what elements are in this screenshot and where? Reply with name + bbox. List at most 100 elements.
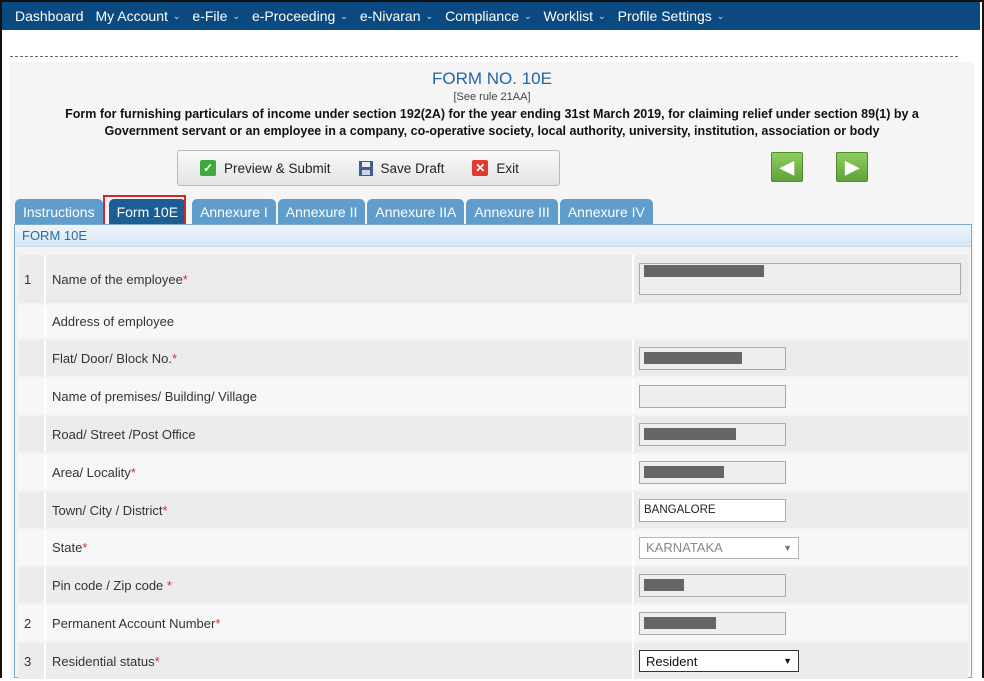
row-number bbox=[18, 378, 46, 414]
field-cell bbox=[634, 454, 968, 490]
row-number bbox=[18, 416, 46, 452]
nav-my-account-label: My Account bbox=[95, 8, 168, 24]
required-marker: * bbox=[82, 540, 88, 555]
premises-label: Name of premises/ Building/ Village bbox=[52, 388, 257, 404]
tab-form-10e[interactable]: Form 10E bbox=[108, 199, 187, 224]
required-marker: * bbox=[166, 577, 172, 593]
tab-instructions[interactable]: Instructions bbox=[15, 199, 103, 224]
nav-worklist[interactable]: Worklist ⌄ bbox=[544, 8, 606, 24]
nav-e-file[interactable]: e-File ⌄ bbox=[192, 8, 240, 24]
table-row: State* KARNATAKA ▼ bbox=[18, 530, 968, 565]
field-cell bbox=[634, 255, 968, 303]
checkmark-icon: ✓ bbox=[200, 160, 216, 176]
residential-status-select[interactable]: Resident ▼ bbox=[639, 650, 799, 672]
tab-annexure-iv[interactable]: Annexure IV bbox=[559, 199, 653, 224]
row-number bbox=[18, 340, 46, 376]
tab-annexure-ii[interactable]: Annexure II bbox=[277, 199, 366, 224]
next-page-button[interactable]: ▶ bbox=[836, 152, 868, 182]
nav-dashboard-label: Dashboard bbox=[15, 8, 84, 24]
tab-annexure-i[interactable]: Annexure I bbox=[192, 199, 276, 224]
field-cell: KARNATAKA ▼ bbox=[634, 530, 968, 565]
employee-name-input[interactable] bbox=[639, 263, 961, 295]
field-label: Name of the employee* bbox=[46, 255, 634, 303]
nav-e-file-label: e-File bbox=[192, 8, 228, 24]
floppy-disk-icon bbox=[358, 160, 373, 176]
chevron-down-icon: ⌄ bbox=[172, 10, 181, 21]
form-tabs: Instructions Form 10E Annexure I Annexur… bbox=[15, 199, 655, 224]
pin-label: Pin code / Zip code bbox=[52, 577, 167, 593]
field-label: Permanent Account Number* bbox=[46, 605, 634, 641]
state-select[interactable]: KARNATAKA ▼ bbox=[639, 536, 799, 559]
required-marker: * bbox=[171, 350, 177, 366]
chevron-down-icon: ⌄ bbox=[232, 10, 240, 21]
tab-annexure-iia[interactable]: Annexure IIA bbox=[367, 199, 465, 224]
field-label: Flat/ Door/ Block No.* bbox=[46, 340, 634, 376]
save-draft-button[interactable]: Save Draft bbox=[358, 160, 444, 176]
dropdown-arrow-icon: ▼ bbox=[783, 656, 792, 666]
previous-page-button[interactable]: ◀ bbox=[771, 152, 803, 182]
table-row: Town/ City / District* BANGALORE bbox=[18, 492, 968, 528]
preview-submit-label: Preview & Submit bbox=[224, 160, 331, 176]
tab-annexure-iii[interactable]: Annexure III bbox=[466, 199, 558, 224]
flat-input[interactable] bbox=[639, 346, 786, 370]
required-marker: * bbox=[154, 653, 160, 669]
road-label: Road/ Street /Post Office bbox=[52, 426, 196, 442]
field-cell: Resident ▼ bbox=[634, 643, 968, 679]
table-row: Road/ Street /Post Office bbox=[18, 416, 968, 452]
required-marker: * bbox=[215, 615, 221, 631]
row-number bbox=[18, 567, 46, 603]
nav-profile-settings-label: Profile Settings bbox=[617, 8, 712, 24]
premises-input[interactable] bbox=[639, 384, 786, 408]
pin-input[interactable] bbox=[639, 573, 786, 597]
required-marker: * bbox=[182, 271, 188, 287]
right-arrow-icon: ▶ bbox=[845, 157, 859, 177]
table-row: Area/ Locality* bbox=[18, 454, 968, 490]
state-label: State bbox=[52, 540, 83, 555]
nav-my-account[interactable]: My Account ⌄ bbox=[96, 8, 181, 24]
field-label: Residential status* bbox=[46, 643, 634, 679]
address-heading: Address of employee bbox=[46, 305, 968, 338]
field-cell bbox=[634, 416, 968, 452]
field-label: Pin code / Zip code * bbox=[46, 567, 634, 603]
row-number bbox=[18, 305, 46, 338]
field-cell bbox=[634, 605, 968, 641]
nav-compliance[interactable]: Compliance ⌄ bbox=[445, 8, 531, 24]
nav-dashboard[interactable]: Dashboard bbox=[15, 8, 84, 24]
flat-label: Flat/ Door/ Block No. bbox=[52, 350, 172, 366]
section-title: FORM 10E bbox=[15, 225, 971, 247]
row-number: 3 bbox=[18, 643, 46, 679]
state-value: KARNATAKA bbox=[646, 540, 723, 555]
nav-e-proceeding[interactable]: e-Proceeding ⌄ bbox=[252, 8, 348, 24]
preview-submit-button[interactable]: ✓ Preview & Submit bbox=[200, 160, 331, 176]
table-row: 2 Permanent Account Number* bbox=[18, 605, 968, 641]
field-cell bbox=[634, 340, 968, 376]
row-number bbox=[18, 454, 46, 490]
redacted-value bbox=[644, 617, 716, 629]
chevron-down-icon: ⌄ bbox=[524, 10, 532, 21]
exit-button[interactable]: ✕ Exit bbox=[472, 160, 519, 176]
residential-status-value: Resident bbox=[646, 653, 698, 669]
chevron-down-icon: ⌄ bbox=[716, 10, 725, 21]
residential-status-label: Residential status bbox=[52, 653, 155, 669]
table-row: Name of premises/ Building/ Village bbox=[18, 378, 968, 414]
pan-label: Permanent Account Number bbox=[52, 615, 216, 631]
road-input[interactable] bbox=[639, 422, 786, 446]
row-number: 1 bbox=[18, 255, 46, 303]
town-input[interactable]: BANGALORE bbox=[639, 498, 786, 522]
row-number bbox=[18, 492, 46, 528]
nav-e-nivaran[interactable]: e-Nivaran ⌄ bbox=[360, 8, 433, 24]
area-input[interactable] bbox=[639, 460, 786, 484]
redacted-value bbox=[644, 352, 742, 364]
top-navigation-bar: Dashboard My Account ⌄ e-File ⌄ e-Proceedi… bbox=[2, 2, 980, 30]
redacted-value bbox=[644, 265, 764, 277]
form-title: FORM NO. 10E bbox=[432, 69, 552, 88]
row-number: 2 bbox=[18, 605, 46, 641]
required-marker: * bbox=[162, 502, 168, 518]
chevron-down-icon: ⌄ bbox=[598, 10, 606, 21]
field-label: Name of premises/ Building/ Village bbox=[46, 378, 634, 414]
field-cell: BANGALORE bbox=[634, 492, 968, 528]
form-toolbar: ✓ Preview & Submit Save Draft ✕ Exit bbox=[177, 150, 560, 186]
nav-profile-settings[interactable]: Profile Settings ⌄ bbox=[618, 8, 725, 24]
pan-input[interactable] bbox=[639, 611, 786, 635]
town-label: Town/ City / District bbox=[52, 502, 163, 518]
